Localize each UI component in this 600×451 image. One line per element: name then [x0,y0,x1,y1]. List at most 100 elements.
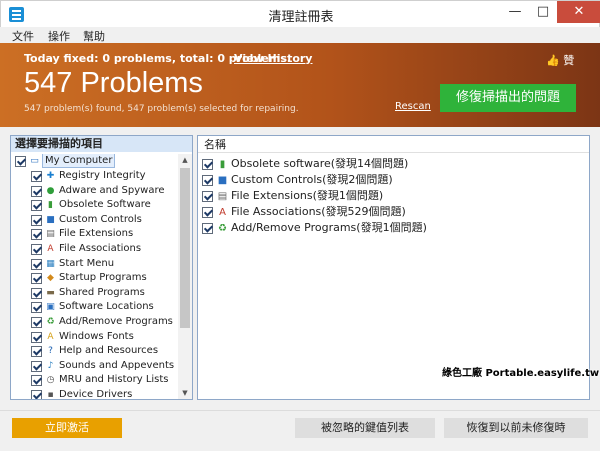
computer-icon: ▭ [30,156,39,166]
result-checkbox[interactable] [202,223,213,234]
item-icon: ▬ [46,287,55,298]
result-checkbox[interactable] [202,207,213,218]
tree-item[interactable]: ✚ Registry Integrity [31,169,176,184]
scan-items-heading: 選擇要掃描的項目 [11,136,192,152]
item-checkbox[interactable] [31,229,42,241]
summary-header: Today fixed: 0 problems, total: 0 proble… [0,43,600,127]
scroll-thumb[interactable] [180,168,190,328]
title-bar: 清理註冊表 — □ ✕ [0,0,600,27]
root-checkbox[interactable] [15,156,26,167]
result-checkbox[interactable] [202,175,213,186]
result-row[interactable]: A File Associations(發現529個問題) [202,204,582,220]
item-checkbox[interactable] [31,317,42,328]
tree-item[interactable]: ▣ Software Locations [31,300,176,315]
item-checkbox[interactable] [31,375,42,387]
restore-button[interactable]: 恢復到以前未修復時 [444,418,588,438]
thumbs-up-icon: 👍 [546,54,560,67]
tree-item-label: Start Menu [59,257,115,269]
tree-item-label: File Associations [59,243,142,254]
maximize-button[interactable]: □ [529,1,557,23]
item-icon: ♻ [46,317,55,327]
tree-item[interactable]: ▪ Device Drivers [31,388,176,399]
result-icon: ▮ [219,159,226,170]
scan-items-panel: 選擇要掃描的項目 ▭ My Computer ✚ Registry Integri… [10,135,193,400]
item-checkbox[interactable] [31,258,42,270]
item-checkbox[interactable] [31,302,42,314]
result-row[interactable]: ▮ Obsolete software(發現14個問題) [202,156,582,172]
result-row[interactable]: ■ Custom Controls(發現2個問題) [202,172,582,188]
tree-item-label: Shared Programs [59,286,145,298]
item-checkbox[interactable] [31,244,42,255]
result-icon: ▤ [217,191,228,202]
tree-item-label: Add/Remove Programs [59,316,173,327]
item-checkbox[interactable] [31,331,42,343]
item-icon: A [47,244,54,254]
tree-item-label: Custom Controls [59,213,142,225]
tree-item[interactable]: ▬ Shared Programs [31,286,176,301]
activate-now-button[interactable]: 立即激活 [12,418,122,438]
tree-item[interactable]: ◆ Startup Programs [31,271,176,286]
ignored-list-button[interactable]: 被忽略的鍵值列表 [295,418,435,438]
result-checkbox[interactable] [202,159,213,170]
item-checkbox[interactable] [31,390,42,399]
item-checkbox[interactable] [31,171,42,182]
tree-item-label: Software Locations [59,301,154,313]
result-icon: ■ [217,175,228,186]
result-label: Custom Controls(發現2個問題) [231,173,393,186]
tree-item[interactable]: ? Help and Resources [31,344,176,359]
tree-item[interactable]: ▤ File Extensions [31,227,176,242]
menu-action[interactable]: 操作 [48,28,70,44]
close-button[interactable]: ✕ [557,1,600,23]
tree-item[interactable]: ♪ Sounds and Appevents [31,359,176,374]
result-label: File Extensions(發現1個問題) [231,189,384,202]
result-icon: ♻ [218,223,227,234]
item-checkbox[interactable] [31,200,42,212]
tree-item-label: Help and Resources [59,345,159,357]
like-button[interactable]: 👍 贊 [546,52,574,68]
problems-summary: 547 problem(s) found, 547 problem(s) sel… [24,104,299,114]
rescan-link[interactable]: Rescan [395,101,431,112]
tree-item[interactable]: ● Adware and Spyware [31,184,176,199]
view-history-link[interactable]: View History [234,52,312,65]
result-label: Obsolete software(發現14個問題) [231,157,409,170]
fix-problems-button[interactable]: 修復掃描出的問題 [440,84,576,112]
item-icon: ▣ [46,302,55,313]
item-checkbox[interactable] [31,273,42,285]
results-column-header[interactable]: 名稱 [198,136,589,153]
item-checkbox[interactable] [31,287,42,299]
scan-items-scrollbar[interactable]: ▲ ▼ [178,154,192,399]
minimize-button[interactable]: — [501,1,529,23]
item-icon: ▤ [46,229,55,240]
watermark: 綠色工廠 Portable.easylife.tw [442,368,600,379]
tree-item[interactable]: ▦ Start Menu [31,257,176,272]
item-checkbox[interactable] [31,185,42,197]
item-checkbox[interactable] [31,346,42,358]
tree-item[interactable]: ♻ Add/Remove Programs [31,315,176,330]
item-icon: ♪ [47,360,54,371]
menu-file[interactable]: 文件 [12,28,34,44]
tree-root[interactable]: ▭ My Computer [15,154,175,169]
tree-item[interactable]: ▮ Obsolete Software [31,198,176,213]
result-row[interactable]: ▤ File Extensions(發現1個問題) [202,188,582,204]
item-icon: ▦ [46,258,55,269]
menu-help[interactable]: 幫助 [83,28,105,44]
result-row[interactable]: ♻ Add/Remove Programs(發現1個問題) [202,220,582,236]
tree-item-label: Startup Programs [59,272,147,284]
tree-item[interactable]: A Windows Fonts [31,330,176,345]
footer-bar: 立即激活 被忽略的鍵值列表 恢復到以前未修復時 [0,410,600,451]
tree-item[interactable]: A File Associations [31,242,176,257]
results-panel: 名稱 ▮ Obsolete software(發現14個問題) ■ Custom Co… [197,135,590,400]
tree-item-label: Sounds and Appevents [59,359,175,371]
result-checkbox[interactable] [202,191,213,202]
scroll-up-icon[interactable]: ▲ [178,154,192,166]
tree-item[interactable]: ◷ MRU and History Lists [31,373,176,388]
item-checkbox[interactable] [31,214,42,226]
item-icon: ● [46,185,55,196]
item-icon: ✚ [46,171,55,181]
item-checkbox[interactable] [31,360,42,372]
tree-item-label: Device Drivers [59,389,133,399]
tree-item[interactable]: ■ Custom Controls [31,213,176,228]
scroll-down-icon[interactable]: ▼ [178,387,192,399]
tree-item-label: MRU and History Lists [59,374,169,386]
menu-bar: 文件 操作 幫助 [0,27,600,43]
